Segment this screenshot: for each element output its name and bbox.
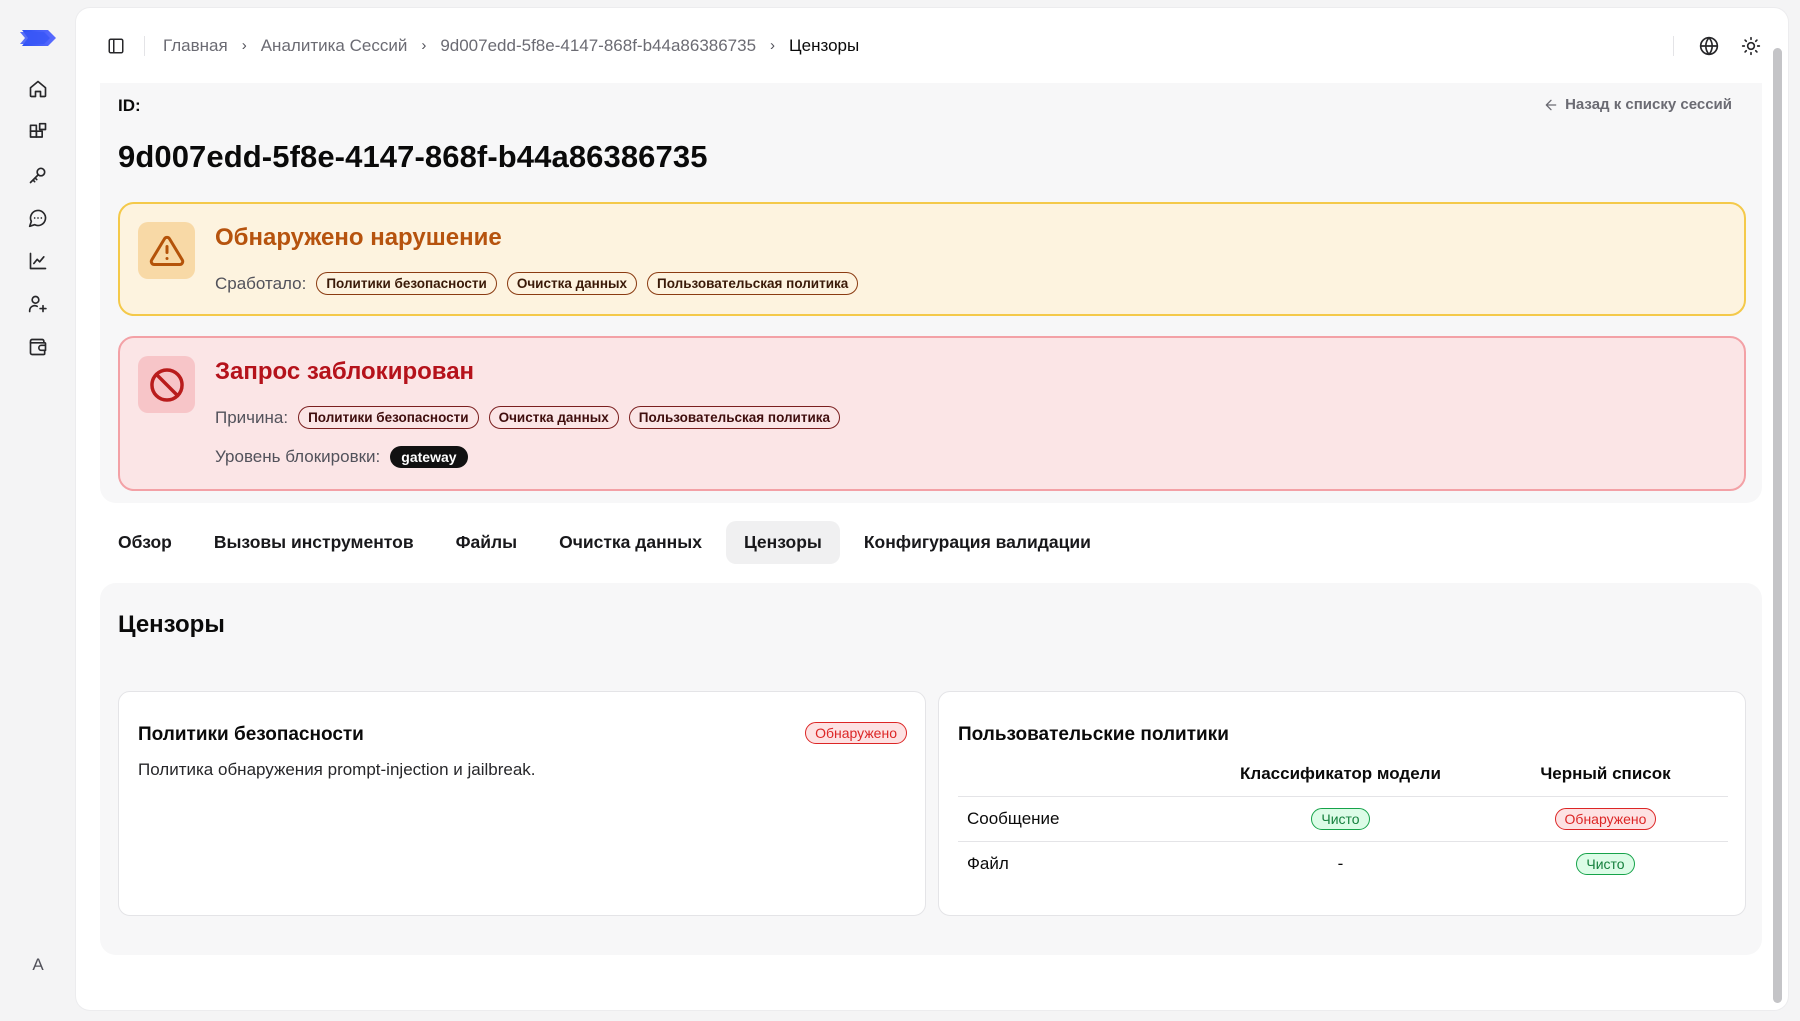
- custom-policies-table: Классификатор модели Черный список Сообщ…: [958, 752, 1728, 886]
- user-avatar[interactable]: A: [20, 947, 56, 983]
- breadcrumb-home[interactable]: Главная: [163, 36, 228, 56]
- row-label: Файл: [958, 840, 1198, 886]
- home-icon: [29, 80, 47, 97]
- status-badge: Обнаружено: [805, 722, 907, 744]
- session-id-label: ID:: [118, 96, 141, 115]
- column-header: [958, 752, 1198, 796]
- topbar: Главная › Аналитика Сессий › 9d007edd-5f…: [76, 8, 1788, 83]
- back-to-sessions-link[interactable]: Назад к списку сессий: [1543, 96, 1732, 113]
- session-header: ID: Назад к списку сессий 9d007edd-5f8e-…: [100, 83, 1762, 503]
- sidebar: A: [0, 0, 76, 1021]
- blocked-alert: Запрос заблокирован Причина: Политики бе…: [118, 336, 1746, 491]
- message-icon: [28, 209, 47, 227]
- globe-icon: [1699, 36, 1719, 56]
- table-header-row: Классификатор модели Черный список: [958, 752, 1728, 796]
- topbar-actions: [1673, 29, 1768, 63]
- chevron-right-icon: ›: [421, 37, 427, 54]
- chevron-right-icon: ›: [241, 37, 247, 54]
- back-link-label: Назад к списку сессий: [1565, 96, 1732, 113]
- blocked-reason-row: Причина: Политики безопасности Очистка д…: [215, 406, 841, 429]
- block-level-badge: gateway: [390, 446, 468, 468]
- divider: [144, 35, 145, 56]
- row-label: Сообщение: [958, 795, 1198, 841]
- blacklist-cell: Обнаружено: [1483, 795, 1728, 841]
- triggered-label: Сработало:: [215, 273, 307, 293]
- classifier-cell: -: [1198, 840, 1483, 886]
- column-header-classifier: Классификатор модели: [1240, 763, 1441, 783]
- reason-chip: Политики безопасности: [298, 406, 479, 429]
- triggered-chip: Пользовательская политика: [647, 272, 859, 295]
- breadcrumb: Главная › Аналитика Сессий › 9d007edd-5f…: [163, 36, 859, 56]
- breadcrumb-analytics[interactable]: Аналитика Сессий: [261, 36, 408, 56]
- nav-keys[interactable]: [20, 158, 56, 191]
- session-tabs: Обзор Вызовы инструментов Файлы Очистка …: [100, 521, 1109, 564]
- sidebar-toggle-icon: [108, 38, 124, 53]
- reason-chip: Пользовательская политика: [628, 406, 841, 429]
- tab-files[interactable]: Файлы: [438, 521, 536, 564]
- reason-label: Причина:: [215, 407, 289, 427]
- main-panel: Главная › Аналитика Сессий › 9d007edd-5f…: [76, 8, 1788, 1010]
- user-plus-icon: [28, 295, 47, 312]
- column-header-blacklist: Черный список: [1540, 763, 1671, 783]
- tab-censors[interactable]: Цензоры: [725, 521, 840, 564]
- custom-policies-card: Пользовательские политики Классификатор …: [938, 691, 1746, 916]
- triggered-chip: Политики безопасности: [316, 272, 497, 295]
- chevron-right-icon: ›: [770, 37, 776, 54]
- tab-overview[interactable]: Обзор: [100, 521, 190, 564]
- nav-home[interactable]: [20, 72, 56, 105]
- wallet-icon: [29, 338, 47, 355]
- reason-chip: Очистка данных: [488, 406, 619, 429]
- app-logo[interactable]: [18, 26, 58, 50]
- nav-users[interactable]: [20, 287, 56, 320]
- security-policies-description: Политика обнаружения prompt-injection и …: [138, 760, 536, 779]
- violation-title: Обнаружено нарушение: [215, 224, 502, 251]
- nav-wallet[interactable]: [20, 330, 56, 363]
- nav-analytics[interactable]: [20, 244, 56, 277]
- classifier-cell: Чисто: [1198, 795, 1483, 841]
- status-badge: Обнаружено: [1554, 807, 1657, 830]
- key-icon: [29, 167, 46, 183]
- blocked-title: Запрос заблокирован: [215, 358, 475, 385]
- chart-line-icon: [29, 252, 47, 269]
- theme-toggle-button[interactable]: [1734, 29, 1768, 63]
- triggered-chip: Очистка данных: [506, 272, 638, 295]
- scrollbar[interactable]: [1773, 48, 1782, 1003]
- censors-section: Цензоры Политики безопасности Обнаружено…: [100, 583, 1762, 955]
- breadcrumb-current: Цензоры: [789, 35, 860, 55]
- blacklist-cell: Чисто: [1483, 840, 1728, 886]
- security-policies-card: Политики безопасности Обнаружено Политик…: [118, 691, 926, 916]
- status-badge: Чисто: [1576, 852, 1635, 875]
- block-level-row: Уровень блокировки: gateway: [215, 446, 468, 468]
- tab-data-sanitization[interactable]: Очистка данных: [541, 521, 720, 564]
- tab-validation-config[interactable]: Конфигурация валидации: [846, 521, 1109, 564]
- security-policies-title: Политики безопасности: [138, 724, 364, 745]
- sun-icon: [1741, 36, 1761, 56]
- nav-messages[interactable]: [20, 201, 56, 234]
- blocks-icon: [29, 122, 47, 138]
- block-level-label: Уровень блокировки:: [215, 447, 381, 466]
- ban-icon: [138, 356, 195, 413]
- table-row: Сообщение Чисто Обнаружено: [958, 795, 1728, 841]
- nav-blocks[interactable]: [20, 115, 56, 148]
- language-button[interactable]: [1692, 29, 1726, 63]
- violation-triggered-row: Сработало: Политики безопасности Очистка…: [215, 272, 859, 295]
- censors-title: Цензоры: [118, 611, 225, 638]
- table-row: Файл - Чисто: [958, 840, 1728, 886]
- status-badge: Чисто: [1311, 807, 1370, 830]
- divider: [1673, 36, 1674, 56]
- sidebar-nav: [20, 72, 56, 363]
- sidebar-toggle-button[interactable]: [100, 30, 132, 62]
- arrow-left-icon: [1545, 99, 1557, 110]
- session-id: 9d007edd-5f8e-4147-868f-b44a86386735: [118, 139, 708, 174]
- tab-tool-calls[interactable]: Вызовы инструментов: [196, 521, 432, 564]
- violation-alert: Обнаружено нарушение Сработало: Политики…: [118, 202, 1746, 316]
- breadcrumb-session[interactable]: 9d007edd-5f8e-4147-868f-b44a86386735: [440, 36, 756, 56]
- warning-icon: [138, 222, 195, 279]
- custom-policies-title: Пользовательские политики: [958, 724, 1229, 745]
